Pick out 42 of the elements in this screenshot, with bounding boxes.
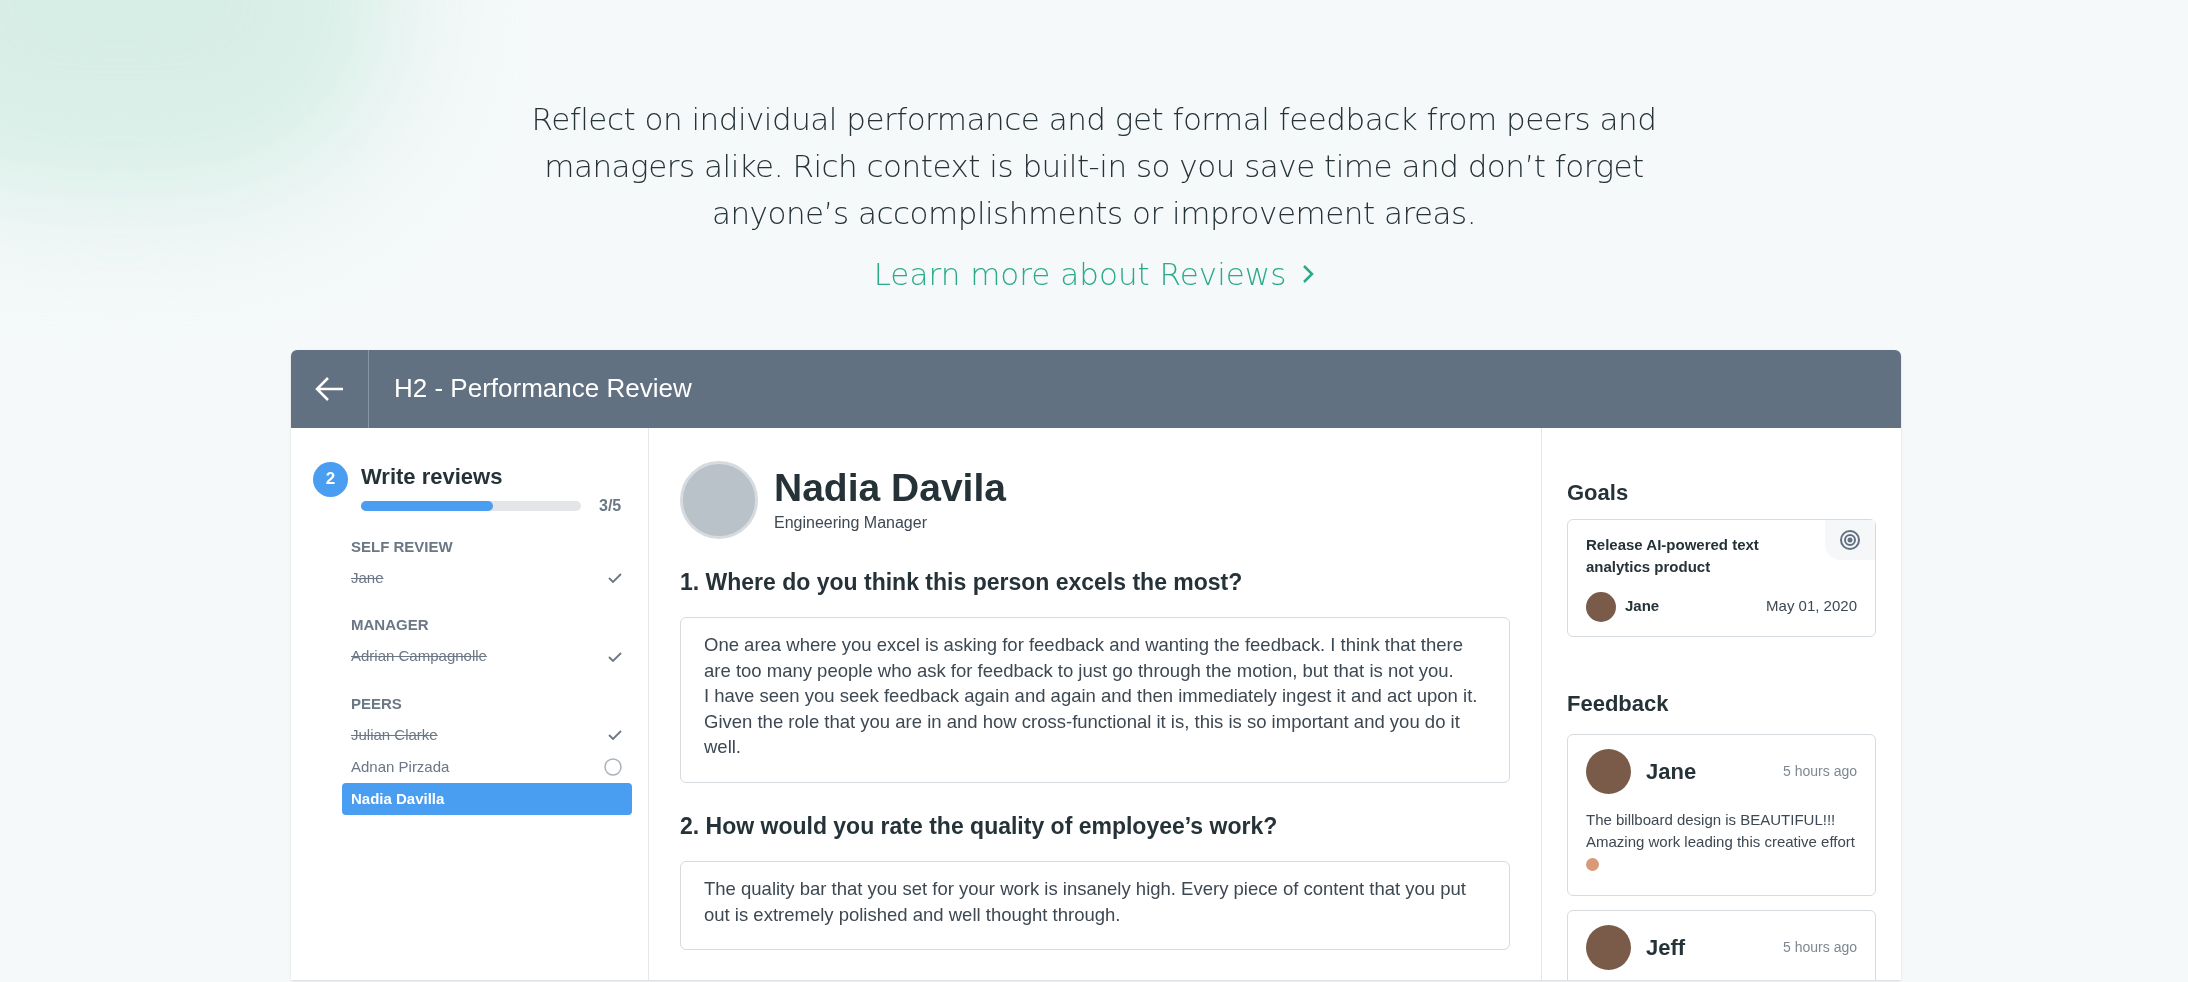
goal-owner: Jane (1625, 596, 1660, 617)
avatar (1586, 748, 1631, 794)
reviewee-item[interactable]: Julian Clarke (351, 719, 632, 751)
feedback-author: Jeff (1646, 933, 1686, 962)
section-heading: SELF REVIEW (351, 536, 454, 557)
feedback-time: 5 hours ago (1783, 761, 1857, 781)
feedback-author: Jane (1646, 757, 1697, 786)
question-text: 2. How would you rate the quality of employee’s work? (680, 811, 1279, 841)
chevron-right-icon (1302, 264, 1315, 285)
target-icon (1825, 519, 1875, 560)
goal-title: Release AI-powered text analytics product (1586, 534, 1760, 577)
answer-box[interactable]: The quality bar that you set for your work is insanely high. Every piece of content that you put out is extremely polished and well thought through. (680, 861, 1510, 950)
intro-paragraph: Reflect on individual performance and get formal feedback from peers and managers alike. Rich context is built-in so you save time and don’t forget anyone’s accomplishments or improvement areas. (530, 100, 1658, 233)
back-arrow-icon (314, 375, 345, 402)
reviewee-name: Nadia Davila (774, 464, 1006, 511)
learn-more-link[interactable]: Learn more about Reviews (873, 251, 1315, 298)
question-text: 1. Where do you think this person excels the most? (680, 567, 1244, 597)
reviewee-role: Engineering Manager (774, 512, 928, 533)
goal-card[interactable]: Release AI-powered text analytics product Jane May 01, 2020 (1567, 518, 1876, 637)
feedback-message: The billboard design is BEAUTIFUL!!! Amazing work leading this creative effort (1586, 808, 1857, 875)
reviewee-item[interactable]: Jane (351, 562, 632, 594)
step-number: 2 (313, 461, 348, 497)
avatar (1586, 591, 1616, 622)
feedback-heading: Feedback (1567, 689, 1670, 718)
window-title: H2 - Performance Review (394, 372, 692, 405)
section-heading: PEERS (351, 693, 403, 714)
emoji-icon (1586, 858, 1599, 872)
check-icon (608, 730, 622, 740)
reviewee-item[interactable]: Adrian Campagnolle (351, 640, 632, 673)
step-title: Write reviews (361, 462, 504, 491)
check-icon (608, 651, 622, 662)
answer-box[interactable]: One area where you excel is asking for feedback and wanting the feedback. I think that there are too many people who ask for feedback to just go through the motion, but that is not you. I have seen you seek feedback again and again and then immediately ingest it and act upon it. Given the role that you are in and how cross-functional it is, this is so important and you do it well. (680, 617, 1510, 783)
reviewee-item[interactable]: Nadia Davilla (342, 783, 632, 815)
reviewee-item[interactable]: Adnan Pirzada (351, 751, 632, 783)
goals-heading: Goals (1567, 478, 1630, 507)
avatar (1586, 924, 1631, 970)
check-icon (608, 573, 622, 583)
empty-circle-icon (604, 758, 622, 776)
progress-count: 3/5 (599, 495, 622, 516)
section-heading: MANAGER (351, 615, 430, 635)
goal-date: May 01, 2020 (1766, 596, 1857, 617)
feedback-time: 5 hours ago (1783, 937, 1857, 957)
